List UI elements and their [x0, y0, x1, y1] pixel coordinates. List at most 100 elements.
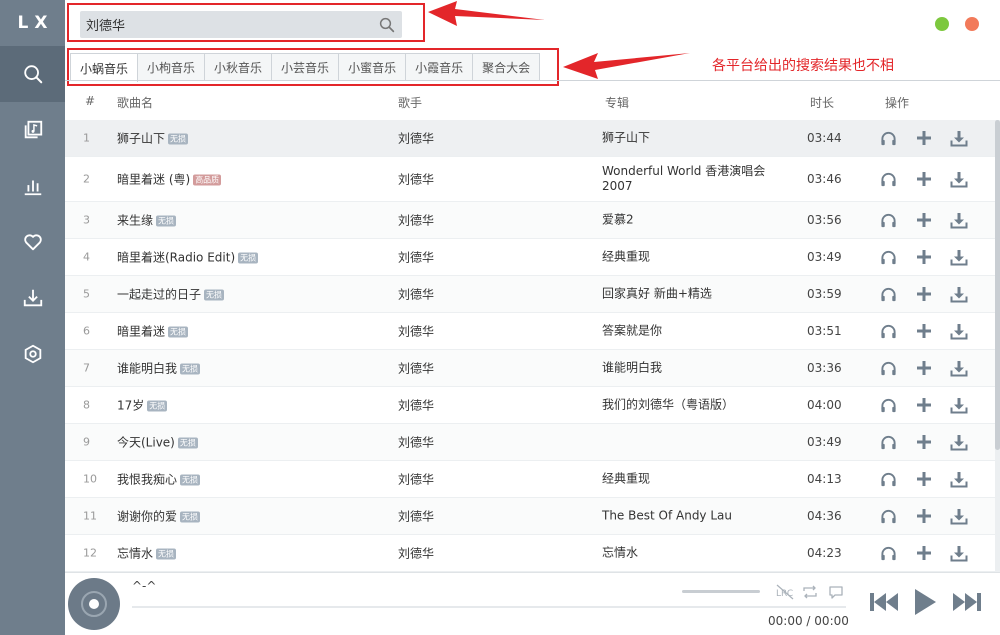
- tab-source-6[interactable]: 小霞音乐: [406, 54, 474, 81]
- listen-button[interactable]: [879, 359, 897, 377]
- album-name[interactable]: 答案就是你: [602, 324, 796, 339]
- table-row[interactable]: 6 暗里着迷 无损 刘德华 答案就是你 03:51: [65, 313, 995, 350]
- singer-name[interactable]: 刘德华: [398, 397, 434, 414]
- add-to-list-button[interactable]: [915, 285, 933, 303]
- album-name[interactable]: The Best Of Andy Lau: [602, 509, 796, 524]
- album-name[interactable]: Wonderful World 香港演唱会 2007: [602, 164, 796, 194]
- download-button[interactable]: [950, 285, 968, 303]
- play-icon[interactable]: [912, 587, 938, 617]
- add-to-list-button[interactable]: [915, 507, 933, 525]
- album-name[interactable]: 爱慕2: [602, 213, 796, 228]
- album-name[interactable]: 我们的刘德华（粤语版）: [602, 398, 796, 413]
- table-row[interactable]: 12 忘情水 无损 刘德华 忘情水 04:23: [65, 535, 995, 572]
- progress-bar[interactable]: [132, 606, 846, 608]
- listen-button[interactable]: [879, 129, 897, 147]
- listen-button[interactable]: [879, 470, 897, 488]
- album-name[interactable]: 谁能明白我: [602, 361, 796, 376]
- add-to-list-button[interactable]: [915, 470, 933, 488]
- download-button[interactable]: [950, 396, 968, 414]
- download-button[interactable]: [950, 507, 968, 525]
- singer-name[interactable]: 刘德华: [398, 249, 434, 266]
- tab-source-5[interactable]: 小蜜音乐: [339, 54, 407, 81]
- listen-button[interactable]: [879, 322, 897, 340]
- album-name[interactable]: 狮子山下: [602, 131, 796, 146]
- singer-name[interactable]: 刘德华: [398, 360, 434, 377]
- add-to-list-button[interactable]: [915, 170, 933, 188]
- download-icon: [950, 360, 968, 376]
- minimize-button[interactable]: [935, 17, 949, 31]
- table-row[interactable]: 11 谢谢你的爱 无损 刘德华 The Best Of Andy Lau 04:36: [65, 498, 995, 535]
- add-to-list-button[interactable]: [915, 211, 933, 229]
- download-button[interactable]: [950, 248, 968, 266]
- singer-name[interactable]: 刘德华: [398, 286, 434, 303]
- download-button[interactable]: [950, 470, 968, 488]
- table-row[interactable]: 2 暗里着迷 (粤) 高品质 刘德华 Wonderful World 香港演唱会 200…: [65, 157, 995, 202]
- table-row[interactable]: 1 狮子山下 无损 刘德华 狮子山下 03:44: [65, 120, 995, 157]
- table-row[interactable]: 3 来生缘 无损 刘德华 爱慕2 03:56: [65, 202, 995, 239]
- lyrics-off-icon[interactable]: LRC: [775, 584, 795, 600]
- download-button[interactable]: [950, 129, 968, 147]
- tab-source-7[interactable]: 聚合大会: [473, 54, 540, 81]
- singer-name[interactable]: 刘德华: [398, 212, 434, 229]
- next-icon[interactable]: [952, 589, 982, 615]
- comment-icon[interactable]: [828, 584, 844, 600]
- singer-name[interactable]: 刘德华: [398, 434, 434, 451]
- sidebar-item-download[interactable]: [0, 270, 65, 326]
- tab-source-3[interactable]: 小秋音乐: [205, 54, 273, 81]
- table-row[interactable]: 10 我恨我痴心 无损 刘德华 经典重现 04:13: [65, 461, 995, 498]
- listen-button[interactable]: [879, 211, 897, 229]
- table-row[interactable]: 5 一起走过的日子 无损 刘德华 回家真好 新曲+精选 03:59: [65, 276, 995, 313]
- scroll-thumb[interactable]: [995, 120, 1000, 450]
- sidebar-item-search[interactable]: [0, 46, 65, 102]
- singer-name[interactable]: 刘德华: [398, 471, 434, 488]
- scrollbar[interactable]: [995, 120, 1000, 572]
- tab-source-4[interactable]: 小芸音乐: [272, 54, 340, 81]
- song-name: 谁能明白我: [117, 361, 178, 376]
- album-disc[interactable]: [68, 578, 120, 630]
- listen-button[interactable]: [879, 507, 897, 525]
- table-row[interactable]: 7 谁能明白我 无损 刘德华 谁能明白我 03:36: [65, 350, 995, 387]
- sidebar-item-leaderboard[interactable]: [0, 158, 65, 214]
- prev-icon[interactable]: [869, 589, 899, 615]
- add-to-list-button[interactable]: [915, 129, 933, 147]
- listen-button[interactable]: [879, 396, 897, 414]
- add-to-list-button[interactable]: [915, 433, 933, 451]
- singer-name[interactable]: 刘德华: [398, 130, 434, 147]
- song-name: 暗里着迷: [117, 324, 166, 339]
- volume-slider[interactable]: [682, 590, 760, 593]
- listen-button[interactable]: [879, 433, 897, 451]
- add-to-list-button[interactable]: [915, 322, 933, 340]
- album-name[interactable]: 回家真好 新曲+精选: [602, 287, 796, 302]
- listen-button[interactable]: [879, 544, 897, 562]
- sidebar-item-settings[interactable]: [0, 326, 65, 382]
- download-button[interactable]: [950, 359, 968, 377]
- singer-name[interactable]: 刘德华: [398, 323, 434, 340]
- album-name[interactable]: 经典重现: [602, 250, 796, 265]
- close-button[interactable]: [965, 17, 979, 31]
- add-to-list-button[interactable]: [915, 359, 933, 377]
- download-button[interactable]: [950, 211, 968, 229]
- download-button[interactable]: [950, 544, 968, 562]
- table-row[interactable]: 8 17岁 无损 刘德华 我们的刘德华（粤语版） 04:00: [65, 387, 995, 424]
- add-to-list-button[interactable]: [915, 396, 933, 414]
- sidebar-item-song-list[interactable]: [0, 102, 65, 158]
- add-to-list-button[interactable]: [915, 544, 933, 562]
- repeat-icon[interactable]: [802, 584, 818, 600]
- sidebar-item-favorites[interactable]: [0, 214, 65, 270]
- album-name[interactable]: 经典重现: [602, 472, 796, 487]
- add-to-list-button[interactable]: [915, 248, 933, 266]
- download-button[interactable]: [950, 322, 968, 340]
- listen-button[interactable]: [879, 170, 897, 188]
- singer-name[interactable]: 刘德华: [398, 545, 434, 562]
- tab-source-2[interactable]: 小枸音乐: [138, 54, 206, 81]
- download-button[interactable]: [950, 433, 968, 451]
- album-name[interactable]: 忘情水: [602, 546, 796, 561]
- download-button[interactable]: [950, 170, 968, 188]
- singer-name[interactable]: 刘德华: [398, 508, 434, 525]
- table-row[interactable]: 9 今天(Live) 无损 刘德华 03:49: [65, 424, 995, 461]
- table-row[interactable]: 4 暗里着迷(Radio Edit) 无损 刘德华 经典重现 03:49: [65, 239, 995, 276]
- listen-button[interactable]: [879, 248, 897, 266]
- singer-name[interactable]: 刘德华: [398, 171, 434, 188]
- listen-button[interactable]: [879, 285, 897, 303]
- tab-source-1[interactable]: 小蜗音乐: [71, 54, 139, 82]
